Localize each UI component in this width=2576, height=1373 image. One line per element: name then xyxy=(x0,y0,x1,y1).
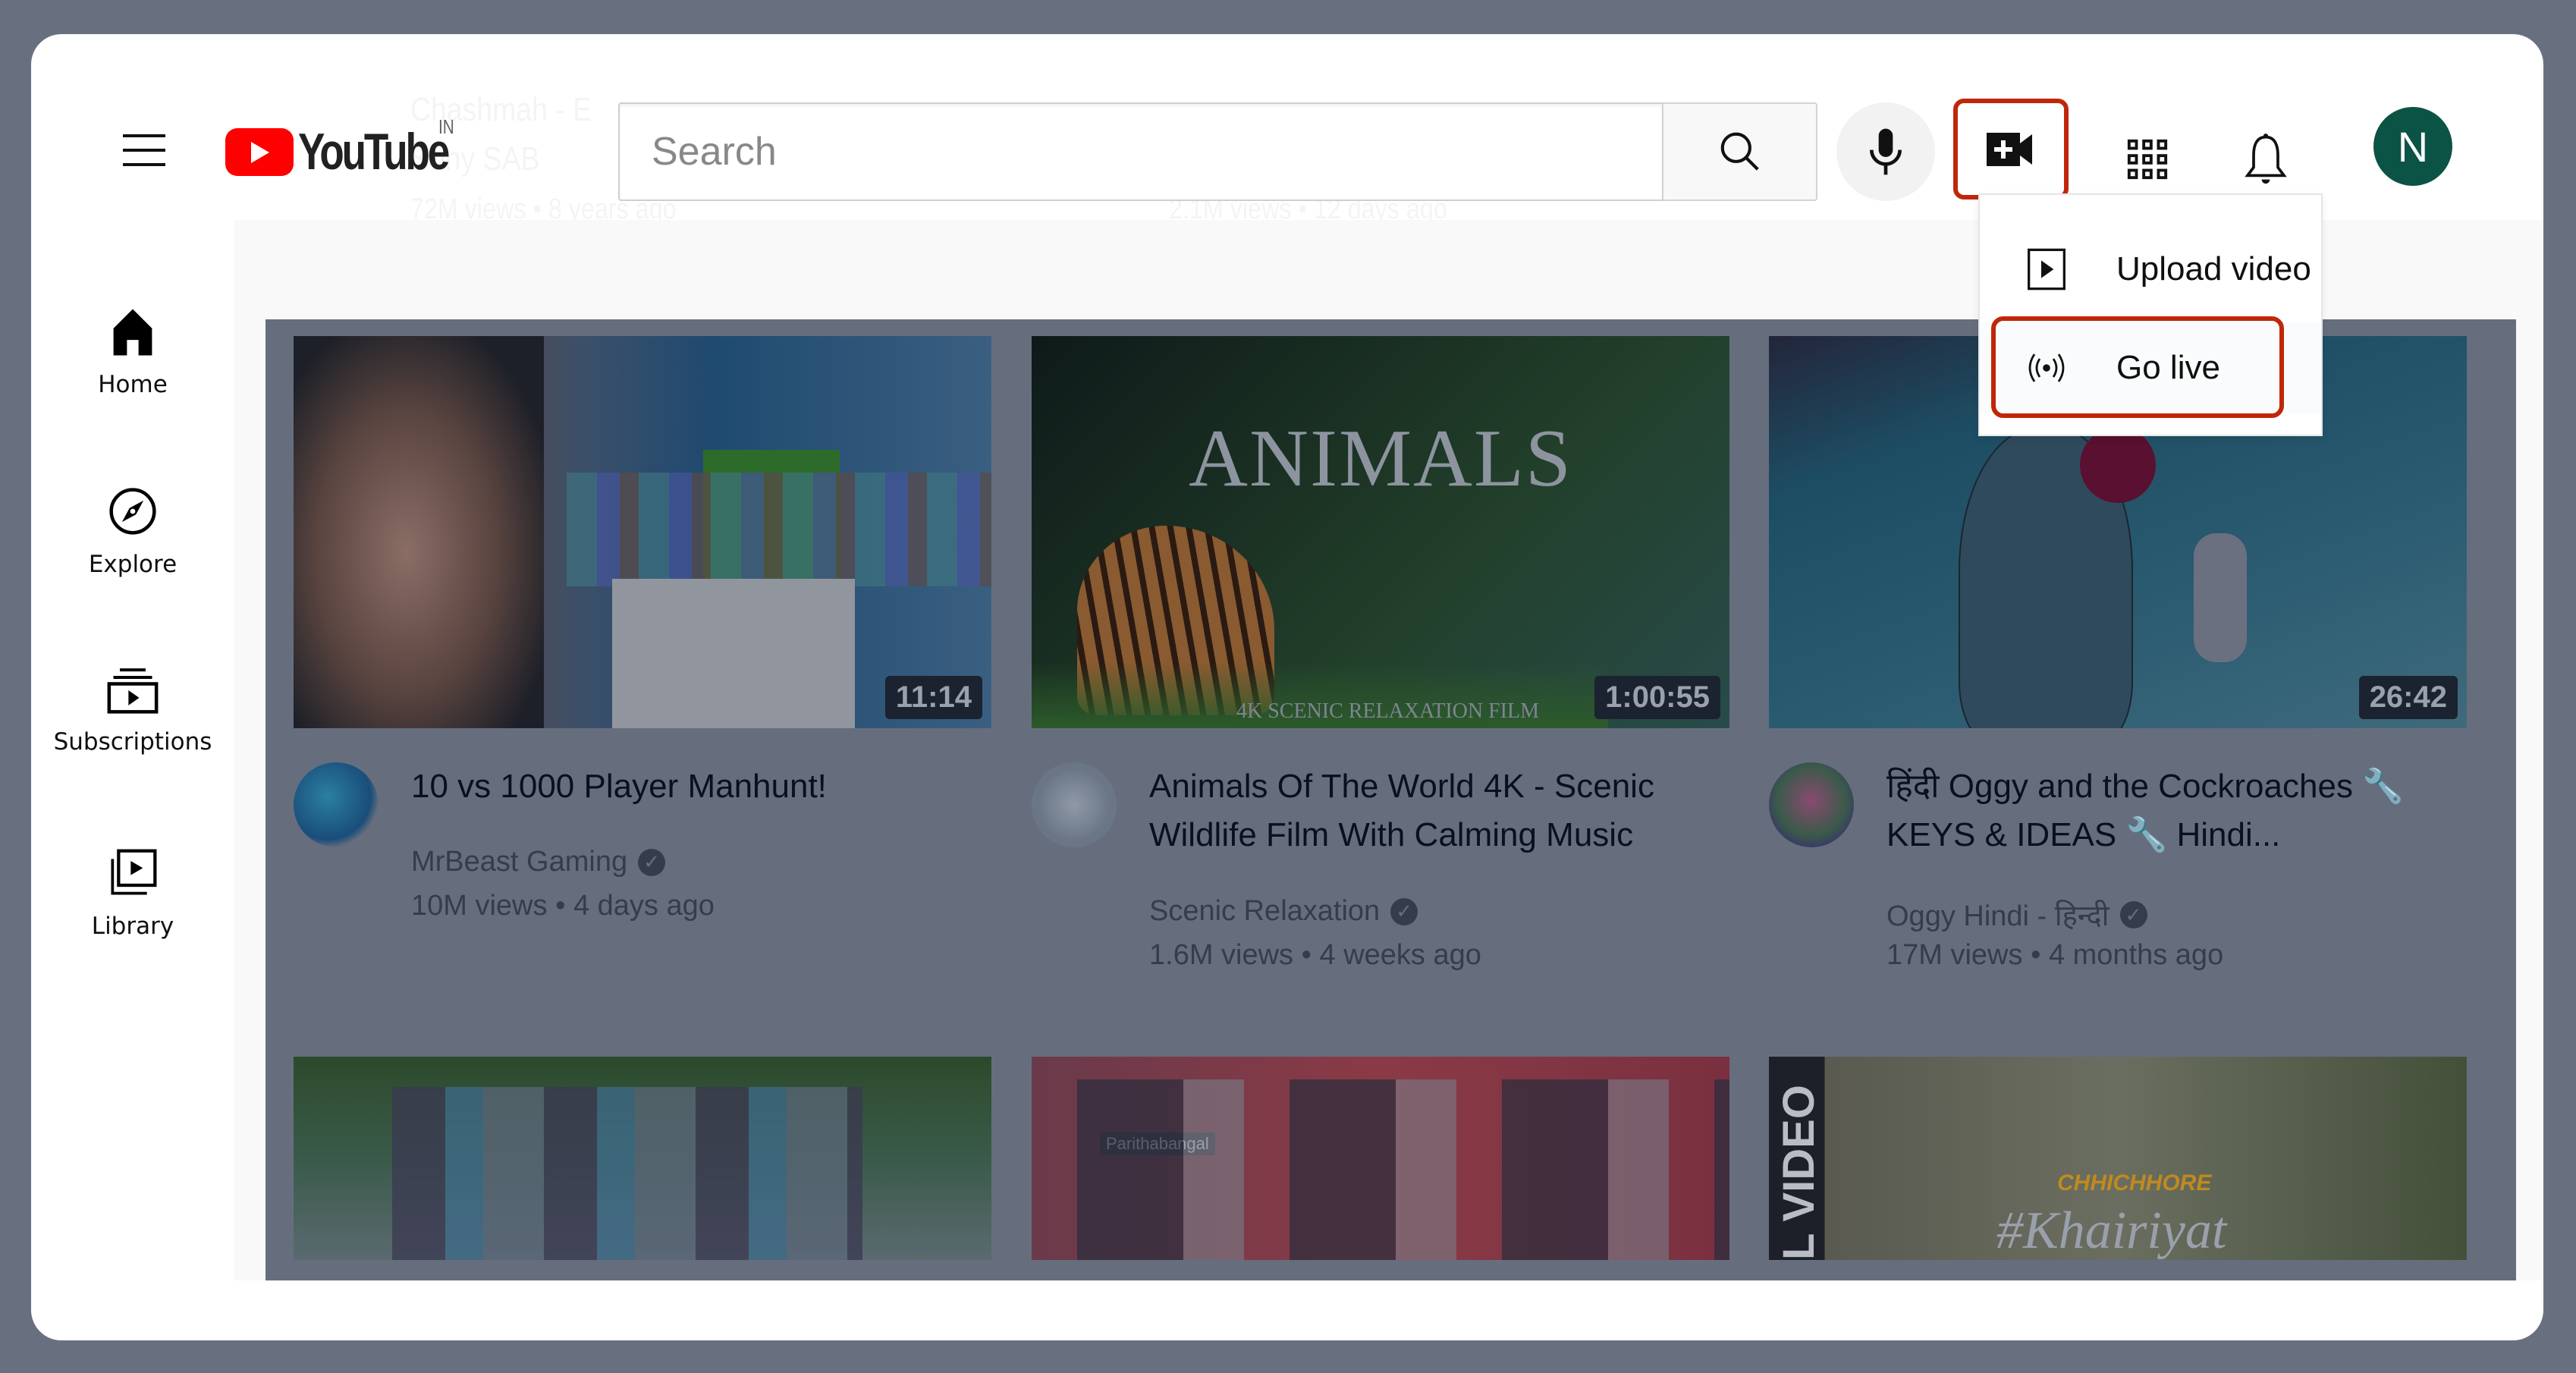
thumbnail-vertical-text: L VIDEO xyxy=(1774,1085,1824,1260)
browser-window: Chashmah - E Sony SAB 72M views • 8 year… xyxy=(31,34,2543,1340)
upload-video-icon xyxy=(2024,247,2069,292)
video-duration: 26:42 xyxy=(2358,676,2458,719)
thumbnail-person xyxy=(294,336,544,728)
sidebar-item-label: Library xyxy=(91,913,174,940)
subscriptions-icon xyxy=(107,668,159,714)
sidebar-item-subscriptions[interactable]: Subscriptions xyxy=(31,666,234,756)
menu-item-label: Upload video xyxy=(2116,250,2311,287)
search-icon xyxy=(1720,132,1759,171)
menu-button[interactable] xyxy=(123,134,165,168)
video-duration: 11:14 xyxy=(884,676,982,719)
video-stats: 1.6M views • 4 weeks ago xyxy=(1149,939,1481,972)
video-thumbnail[interactable]: ANIMALS 4K SCENIC RELAXATION FILM 1:00:5… xyxy=(1032,336,1729,728)
sidebar-item-library[interactable]: Library xyxy=(31,847,234,940)
separator: • xyxy=(2031,939,2041,971)
menu-item-label: Go live xyxy=(2116,349,2220,386)
verified-icon: ✓ xyxy=(1390,897,1418,925)
video-duration: 1:00:55 xyxy=(1594,676,1720,719)
search-input[interactable] xyxy=(618,102,1662,201)
create-video-button[interactable] xyxy=(1953,99,2069,200)
video-thumbnail[interactable] xyxy=(294,1057,991,1260)
verified-icon: ✓ xyxy=(638,848,666,876)
video-title[interactable]: हिंदी Oggy and the Cockroaches 🔧 KEYS & … xyxy=(1886,762,2448,859)
library-icon xyxy=(111,849,157,895)
video-stats: 10M views • 4 days ago xyxy=(411,890,715,922)
video-meta: 10 vs 1000 Player Manhunt! MrBeast Gamin… xyxy=(294,762,991,922)
bell-icon xyxy=(2245,134,2287,184)
video-thumbnail[interactable]: L VIDEO CHHICHHORE #Khairiyat xyxy=(1769,1057,2467,1260)
youtube-play-icon xyxy=(225,127,294,176)
menu-item-upload-video[interactable]: Upload video xyxy=(1980,224,2321,315)
thumbnail-oggy-nose xyxy=(2080,427,2156,503)
country-code: IN xyxy=(438,115,454,138)
video-stats: 17M views • 4 months ago xyxy=(1886,939,2223,972)
channel-name[interactable]: Oggy Hindi - हिन्दी xyxy=(1886,895,2109,935)
video-title[interactable]: Animals Of The World 4K - Scenic Wildlif… xyxy=(1149,762,1711,859)
go-live-icon xyxy=(2024,345,2069,391)
thumbnail-crowd xyxy=(567,473,991,586)
hamburger-line xyxy=(123,163,165,166)
logo-text: YouTube xyxy=(298,123,450,181)
apps-grid-icon xyxy=(2127,139,2168,180)
thumbnail-people xyxy=(392,1087,862,1260)
view-count: 17M views xyxy=(1886,939,2023,971)
sidebar-item-label: Home xyxy=(98,371,168,398)
voice-search-button[interactable] xyxy=(1836,102,1935,201)
video-camera-plus-icon xyxy=(1987,132,2032,166)
microphone-icon xyxy=(1870,128,1902,175)
thumbnail-oggy-hand xyxy=(2194,533,2247,662)
channel-avatar[interactable] xyxy=(1032,762,1117,847)
thumbnail-people xyxy=(1032,1079,1729,1260)
channel-name[interactable]: Scenic Relaxation xyxy=(1149,895,1380,928)
account-avatar[interactable]: N xyxy=(2373,107,2452,186)
channel-name-row: Oggy Hindi - हिन्दी ✓ xyxy=(1886,895,2147,935)
home-icon xyxy=(113,309,152,356)
hamburger-line xyxy=(123,149,165,152)
search-button[interactable] xyxy=(1662,102,1817,201)
thumbnail-subtitle-text: 4K SCENIC RELAXATION FILM xyxy=(1236,699,1539,723)
notifications-button[interactable] xyxy=(2235,125,2296,193)
menu-item-go-live[interactable]: Go live xyxy=(1980,322,2321,413)
thumbnail-character xyxy=(612,579,855,728)
upload-age: 4 weeks ago xyxy=(1319,939,1481,971)
view-count: 1.6M views xyxy=(1149,939,1294,971)
channel-avatar[interactable] xyxy=(294,762,379,847)
sidebar-item-home[interactable]: Home xyxy=(31,307,234,398)
channel-name-row: MrBeast Gaming ✓ xyxy=(411,846,666,878)
video-thumbnail[interactable]: Parithabangal xyxy=(1032,1057,1729,1260)
verified-icon: ✓ xyxy=(2119,901,2147,928)
thumbnail-hashtag-text: #Khairiyat xyxy=(1996,1202,2227,1260)
video-thumbnail[interactable]: 11:14 xyxy=(294,336,991,728)
compass-icon xyxy=(109,488,156,535)
view-count: 10M views xyxy=(411,890,548,922)
sidebar-item-explore[interactable]: Explore xyxy=(31,485,234,578)
channel-avatar[interactable] xyxy=(1769,762,1854,847)
channel-name[interactable]: MrBeast Gaming xyxy=(411,846,627,878)
sidebar-item-label: Subscriptions xyxy=(53,728,212,756)
upload-age: 4 days ago xyxy=(573,890,715,922)
separator: • xyxy=(555,890,566,922)
search-bar xyxy=(618,102,1849,201)
create-menu: Upload video Go live xyxy=(1978,193,2323,436)
hamburger-line xyxy=(123,134,165,137)
separator: • xyxy=(1301,939,1312,971)
video-meta: Animals Of The World 4K - Scenic Wildlif… xyxy=(1032,762,1729,971)
thumbnail-label-text: CHHICHHORE xyxy=(2057,1170,2212,1195)
upload-age: 4 months ago xyxy=(2048,939,2224,971)
video-title[interactable]: 10 vs 1000 Player Manhunt! xyxy=(411,762,972,811)
video-meta: हिंदी Oggy and the Cockroaches 🔧 KEYS & … xyxy=(1769,762,2467,971)
sidebar-item-label: Explore xyxy=(88,551,177,578)
apps-button[interactable] xyxy=(2125,137,2170,182)
channel-name-row: Scenic Relaxation ✓ xyxy=(1149,895,1418,928)
